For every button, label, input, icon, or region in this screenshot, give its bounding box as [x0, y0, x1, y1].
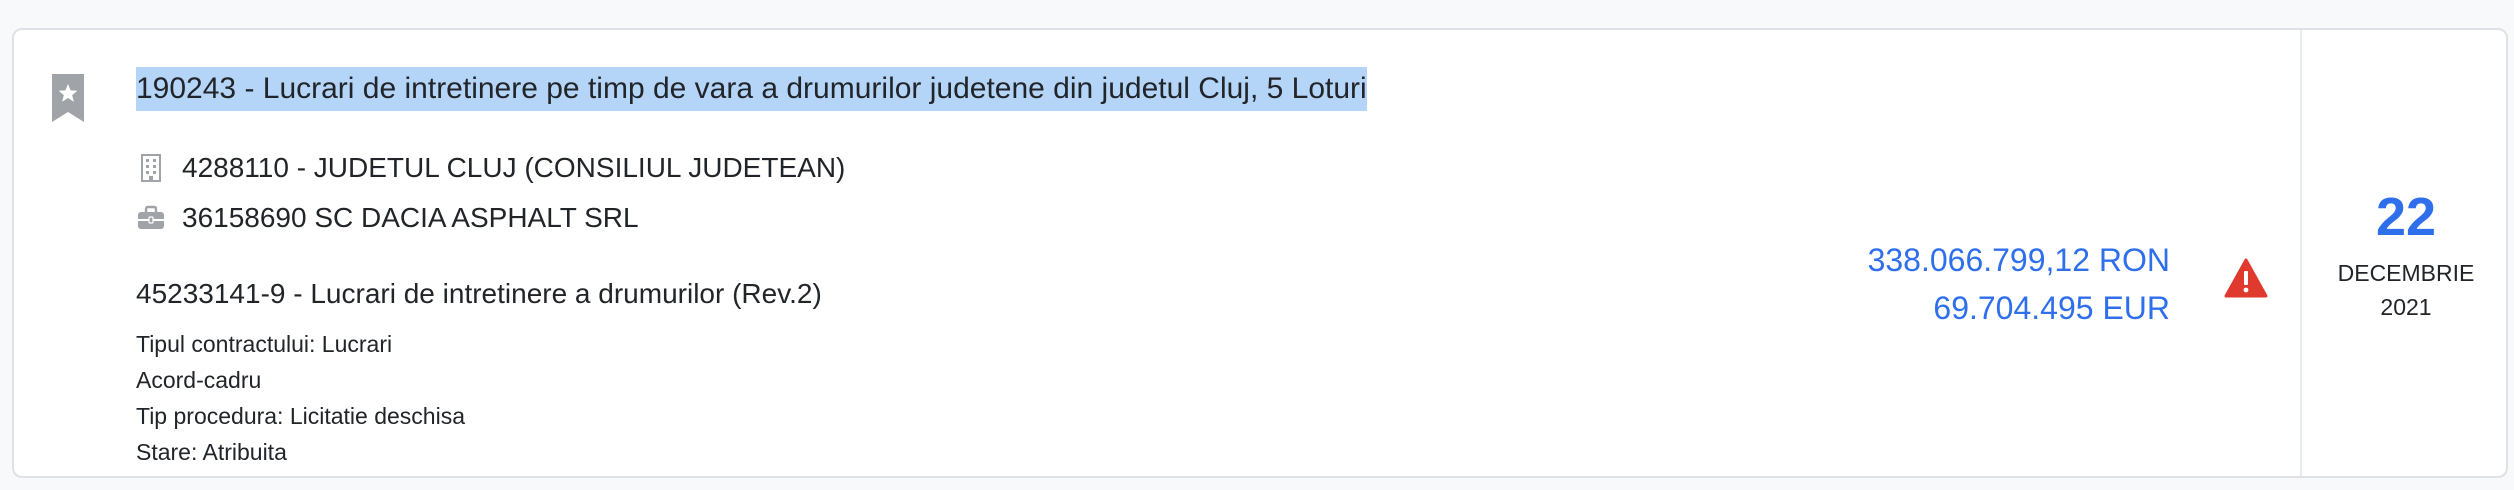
briefcase-icon — [136, 203, 166, 233]
value-eur: 69.704.495 EUR — [1933, 290, 2170, 326]
date-day: 22 — [2375, 187, 2437, 247]
procedure-type: Tip procedura: Licitatie deschisa — [136, 403, 465, 429]
tender-card[interactable]: 190243 - Lucrari de intretinere pe timp … — [12, 28, 2508, 478]
contract-value: 338.066.799,12 RON 69.704.495 EUR — [1868, 236, 2170, 332]
tender-title-link[interactable]: 190243 - Lucrari de intretinere pe timp … — [136, 67, 1367, 111]
contracting-authority[interactable]: 4288110 - JUDETUL CLUJ (CONSILIUL JUDETE… — [136, 148, 845, 188]
tender-status: Stare: Atribuita — [136, 439, 287, 465]
value-ron: 338.066.799,12 RON — [1867, 242, 2170, 278]
publication-date: 22 DECEMBRIE 2021 — [2300, 30, 2506, 476]
date-year: 2021 — [2380, 294, 2432, 320]
date-month: DECEMBRIE — [2337, 260, 2475, 286]
bookmark-star-icon[interactable] — [52, 74, 84, 122]
agreement-type: Acord-cadru — [136, 367, 262, 393]
cpv-code: 45233141-9 - Lucrari de intretinere a dr… — [136, 278, 822, 309]
authority-label: 4288110 - JUDETUL CLUJ (CONSILIUL JUDETE… — [182, 152, 846, 183]
winner-company[interactable]: 36158690 SC DACIA ASPHALT SRL — [136, 198, 639, 238]
winner-label: 36158690 SC DACIA ASPHALT SRL — [182, 202, 639, 233]
building-icon — [136, 153, 166, 183]
warning-icon[interactable] — [2224, 258, 2268, 298]
contract-type: Tipul contractului: Lucrari — [136, 331, 393, 357]
